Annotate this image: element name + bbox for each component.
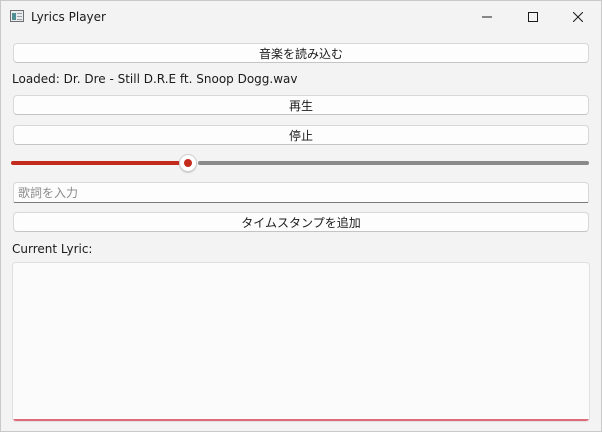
slider-track-filled (11, 161, 180, 165)
lyric-input[interactable] (13, 182, 589, 203)
playback-slider[interactable] (11, 153, 589, 173)
window-title: Lyrics Player (31, 10, 106, 24)
current-lyric-display[interactable] (12, 262, 590, 422)
slider-track-remaining (198, 161, 589, 165)
maximize-icon (528, 11, 538, 22)
app-window: Lyrics Player 音楽を読み込む Loaded: Dr. Dre - … (0, 0, 602, 432)
minimize-icon (482, 16, 492, 17)
minimize-button[interactable] (464, 1, 510, 32)
play-button[interactable]: 再生 (13, 95, 589, 115)
load-music-button[interactable]: 音楽を読み込む (13, 43, 589, 63)
close-icon (573, 11, 583, 22)
app-window-icon (10, 10, 24, 22)
slider-thumb[interactable] (179, 154, 197, 172)
lyric-area-accent-line (13, 419, 589, 421)
current-lyric-label: Current Lyric: (12, 242, 93, 256)
current-lyric-text (13, 263, 589, 271)
add-timestamp-button[interactable]: タイムスタンプを追加 (13, 212, 589, 232)
title-bar[interactable]: Lyrics Player (1, 1, 601, 32)
close-button[interactable] (555, 1, 601, 32)
stop-button[interactable]: 停止 (13, 125, 589, 145)
loaded-file-status: Loaded: Dr. Dre - Still D.R.E ft. Snoop … (12, 72, 298, 86)
maximize-button[interactable] (510, 1, 556, 32)
